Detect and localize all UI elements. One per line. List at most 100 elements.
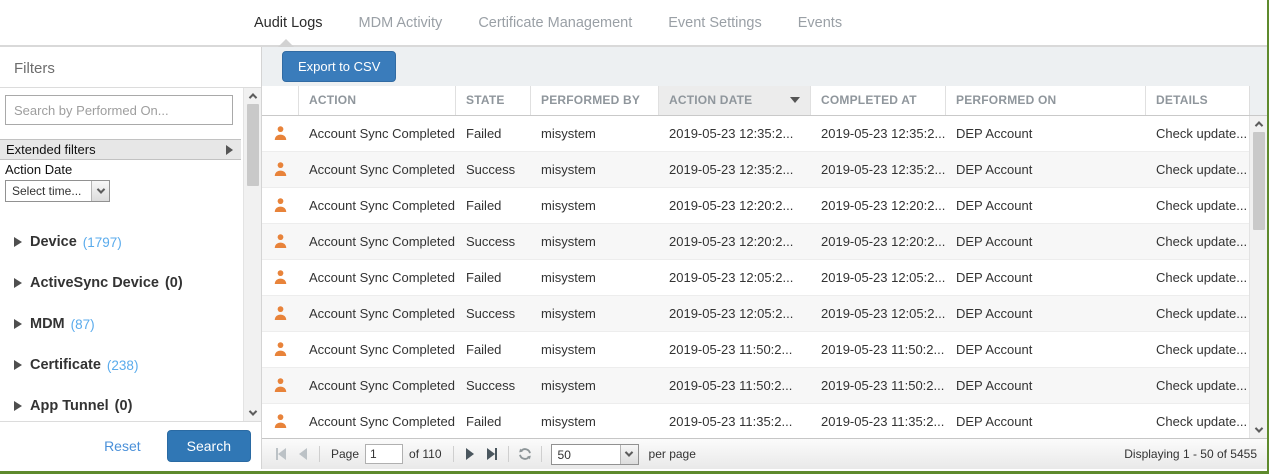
next-page-button[interactable] <box>459 444 481 464</box>
user-icon <box>262 196 299 214</box>
table-row[interactable]: Account Sync Completed Failed misystem 2… <box>262 404 1249 438</box>
filter-label: ActiveSync Device <box>30 275 159 291</box>
cell-performed-on: DEP Account <box>946 198 1146 213</box>
select-arrow-button[interactable] <box>91 181 109 201</box>
cell-performed-by: misystem <box>531 414 659 429</box>
cell-action: Account Sync Completed <box>299 198 456 213</box>
table-row[interactable]: Account Sync Completed Success misystem … <box>262 368 1249 404</box>
cell-performed-on: DEP Account <box>946 342 1146 357</box>
filters-body: Extended filters Action Date Select time… <box>0 88 261 421</box>
cell-performed-on: DEP Account <box>946 126 1146 141</box>
cell-action-date: 2019-05-23 12:05:2... <box>659 270 811 285</box>
cell-completed-at: 2019-05-23 12:35:2... <box>811 162 946 177</box>
scroll-down-button[interactable] <box>1250 422 1267 438</box>
filter-item-app-tunnel[interactable]: App Tunnel (0) <box>14 398 241 414</box>
pagination-bar: Page of 110 50 <box>262 438 1267 469</box>
cell-details: Check update... <box>1146 162 1249 177</box>
cell-completed-at: 2019-05-23 11:50:2... <box>811 378 946 393</box>
page-number-input[interactable] <box>365 444 403 464</box>
reset-button[interactable]: Reset <box>104 438 141 454</box>
filter-item-activesync-device[interactable]: ActiveSync Device (0) <box>14 275 241 291</box>
cell-action-date: 2019-05-23 12:35:2... <box>659 126 811 141</box>
chevron-up-icon <box>248 93 256 101</box>
cell-state: Success <box>456 234 531 249</box>
table-row[interactable]: Account Sync Completed Failed misystem 2… <box>262 332 1249 368</box>
sort-dropdown-icon[interactable] <box>790 97 800 103</box>
column-header-performed-on[interactable]: PERFORMED ON <box>946 86 1146 115</box>
cell-performed-by: misystem <box>531 306 659 321</box>
cell-state: Failed <box>456 414 531 429</box>
tab-events[interactable]: Events <box>798 15 842 31</box>
cell-performed-by: misystem <box>531 342 659 357</box>
scroll-down-button[interactable] <box>244 405 261 421</box>
chevron-up-icon <box>1254 121 1262 129</box>
per-page-value: 50 <box>552 445 620 464</box>
filter-count: (0) <box>115 398 133 414</box>
cell-state: Failed <box>456 270 531 285</box>
cell-state: Success <box>456 306 531 321</box>
column-header-details[interactable]: DETAILS <box>1146 86 1249 115</box>
column-header-action[interactable]: ACTION <box>299 86 456 115</box>
previous-page-button[interactable] <box>292 444 314 464</box>
table-row[interactable]: Account Sync Completed Failed misystem 2… <box>262 116 1249 152</box>
select-arrow-button[interactable] <box>620 445 638 464</box>
sidebar-scrollbar[interactable] <box>243 88 261 421</box>
filter-item-device[interactable]: Device (1797) <box>14 234 241 250</box>
tab-certificate-management[interactable]: Certificate Management <box>478 15 632 31</box>
separator <box>453 446 454 462</box>
table-header: ACTION STATE PERFORMED BY ACTION DATE CO… <box>262 86 1267 116</box>
scrollbar-thumb[interactable] <box>247 104 259 186</box>
action-date-label: Action Date <box>0 160 241 180</box>
cell-performed-on: DEP Account <box>946 162 1146 177</box>
user-icon <box>262 304 299 322</box>
cell-details: Check update... <box>1146 270 1249 285</box>
per-page-select[interactable]: 50 <box>551 444 639 465</box>
cell-performed-by: misystem <box>531 162 659 177</box>
search-button[interactable]: Search <box>167 430 251 462</box>
cell-completed-at: 2019-05-23 12:35:2... <box>811 126 946 141</box>
table-row[interactable]: Account Sync Completed Success misystem … <box>262 296 1249 332</box>
column-header-performed-by[interactable]: PERFORMED BY <box>531 86 659 115</box>
extended-filters-row[interactable]: Extended filters <box>0 139 241 160</box>
table-body: Account Sync Completed Failed misystem 2… <box>262 116 1267 438</box>
scroll-up-button[interactable] <box>244 88 261 104</box>
filter-label: Certificate <box>30 357 101 373</box>
cell-action-date: 2019-05-23 12:35:2... <box>659 162 811 177</box>
cell-details: Check update... <box>1146 414 1249 429</box>
tab-mdm-activity[interactable]: MDM Activity <box>359 15 443 31</box>
filter-count: (238) <box>107 358 139 373</box>
column-header-action-date[interactable]: ACTION DATE <box>659 86 811 115</box>
filter-count: (87) <box>71 317 95 332</box>
refresh-button[interactable] <box>514 444 536 464</box>
tab-event-settings[interactable]: Event Settings <box>668 15 762 31</box>
column-header-completed-at[interactable]: COMPLETED AT <box>811 86 946 115</box>
table-row[interactable]: Account Sync Completed Failed misystem 2… <box>262 260 1249 296</box>
export-csv-button[interactable]: Export to CSV <box>282 51 396 82</box>
cell-performed-on: DEP Account <box>946 378 1146 393</box>
cell-performed-by: misystem <box>531 198 659 213</box>
table-scrollbar[interactable] <box>1249 116 1267 438</box>
tab-audit-logs[interactable]: Audit Logs <box>254 15 323 31</box>
column-header-state[interactable]: STATE <box>456 86 531 115</box>
scrollbar-thumb[interactable] <box>1253 132 1265 230</box>
filter-label: Device <box>30 234 77 250</box>
cell-performed-by: misystem <box>531 234 659 249</box>
cell-details: Check update... <box>1146 198 1249 213</box>
search-performed-on-input[interactable] <box>5 95 233 125</box>
cell-performed-on: DEP Account <box>946 270 1146 285</box>
cell-state: Success <box>456 378 531 393</box>
cell-performed-by: misystem <box>531 378 659 393</box>
first-page-button[interactable] <box>270 444 292 464</box>
refresh-icon <box>517 446 533 462</box>
page-label: Page <box>331 447 359 461</box>
table-row[interactable]: Account Sync Completed Success misystem … <box>262 152 1249 188</box>
filter-item-mdm[interactable]: MDM (87) <box>14 316 241 332</box>
last-page-button[interactable] <box>481 444 503 464</box>
table-rows: Account Sync Completed Failed misystem 2… <box>262 116 1249 438</box>
cell-action-date: 2019-05-23 12:05:2... <box>659 306 811 321</box>
scroll-up-button[interactable] <box>1250 116 1267 132</box>
action-date-select[interactable]: Select time... <box>5 180 110 202</box>
table-row[interactable]: Account Sync Completed Failed misystem 2… <box>262 188 1249 224</box>
filter-item-certificate[interactable]: Certificate (238) <box>14 357 241 373</box>
table-row[interactable]: Account Sync Completed Success misystem … <box>262 224 1249 260</box>
